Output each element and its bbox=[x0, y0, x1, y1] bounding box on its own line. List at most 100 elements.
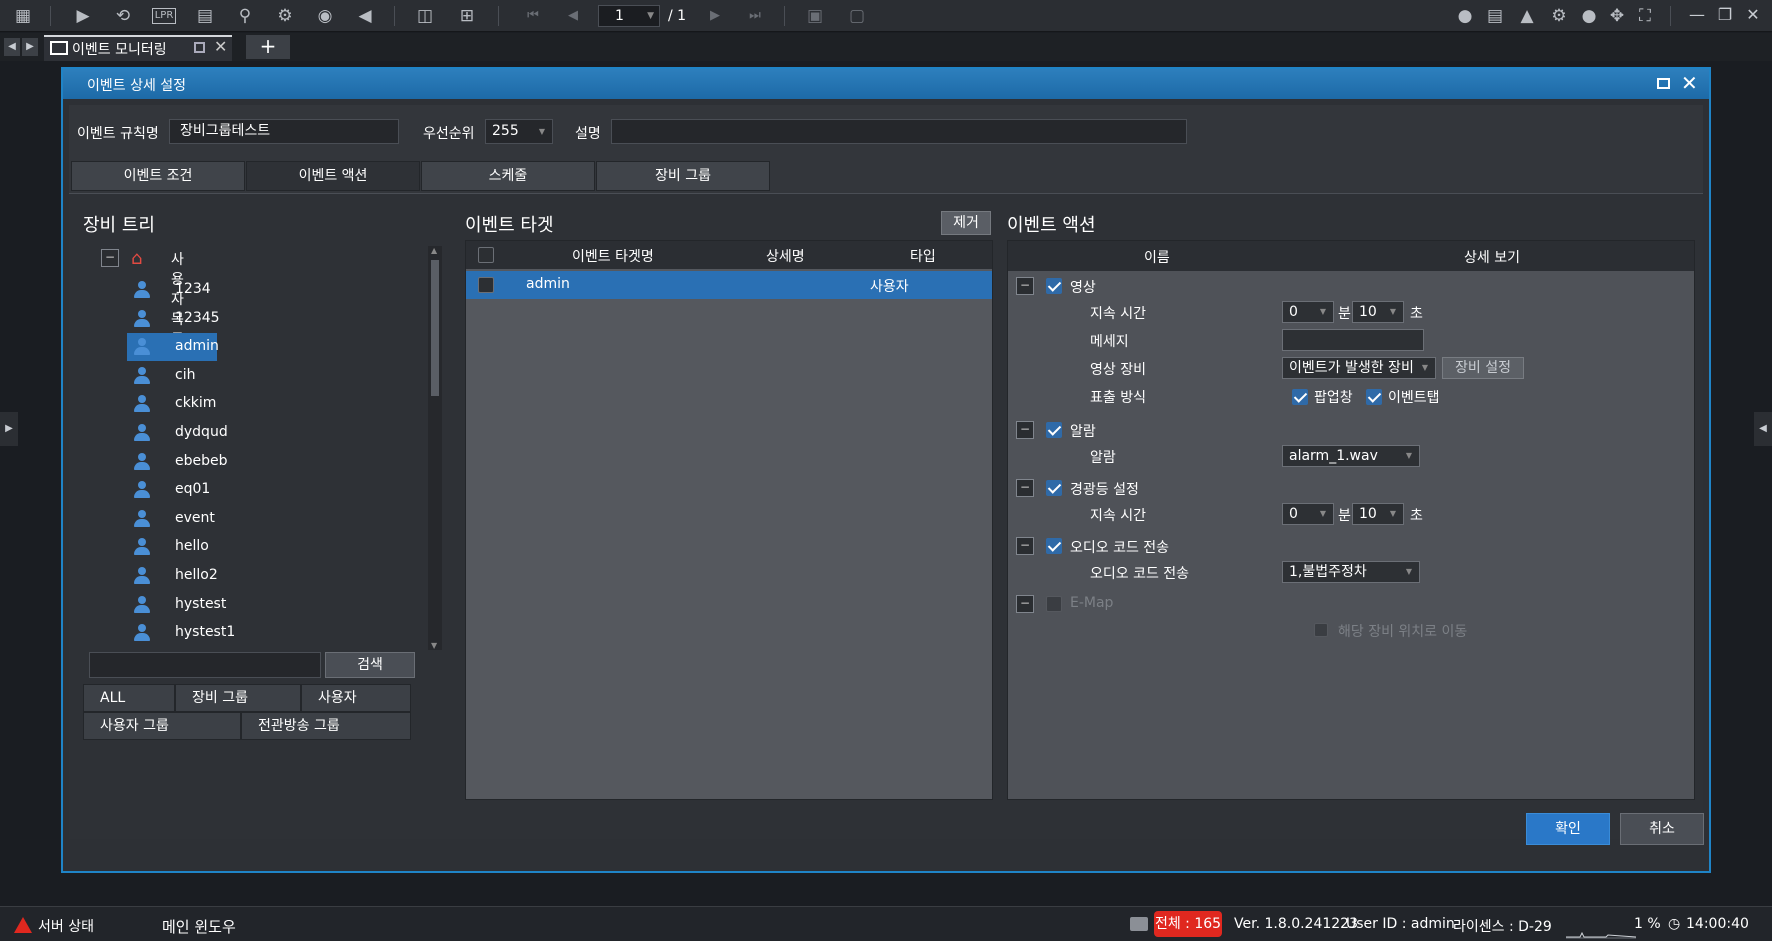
row-checkbox[interactable] bbox=[478, 277, 494, 293]
event-tab-checkbox[interactable] bbox=[1366, 389, 1382, 405]
filter-user-group-button[interactable]: 사용자 그룹 bbox=[83, 712, 241, 740]
tree-item-user[interactable]: hello2 bbox=[127, 562, 218, 590]
minimize-icon[interactable]: — bbox=[1686, 4, 1708, 26]
table-row[interactable]: admin 사용자 bbox=[466, 271, 992, 299]
collapse-icon[interactable]: − bbox=[1016, 537, 1034, 555]
remove-button[interactable]: 제거 bbox=[941, 211, 991, 235]
move-icon[interactable]: ✥ bbox=[1606, 5, 1628, 27]
tree-scrollbar[interactable]: ▲ ▼ bbox=[428, 246, 442, 650]
maximize-icon[interactable] bbox=[1657, 78, 1670, 89]
collapse-icon[interactable]: − bbox=[1016, 421, 1034, 439]
tree-item-user[interactable]: hystest1 bbox=[127, 619, 235, 647]
playback-search-icon[interactable]: ⟲ bbox=[112, 5, 134, 27]
split-view-icon[interactable]: ◫ bbox=[414, 5, 436, 27]
filter-device-group-button[interactable]: 장비 그룹 bbox=[175, 684, 301, 712]
tree-item-user[interactable]: cih bbox=[127, 362, 217, 390]
grid-icon[interactable]: ▦ bbox=[12, 5, 34, 27]
restore-icon[interactable]: ❐ bbox=[1714, 4, 1736, 26]
bike-icon[interactable]: ⚙ bbox=[274, 5, 296, 27]
map-pin-icon[interactable]: ◉ bbox=[314, 5, 336, 27]
message-input[interactable] bbox=[1282, 329, 1424, 351]
tree-item-user[interactable]: eq01 bbox=[127, 476, 217, 504]
record-icon[interactable]: ▣ bbox=[804, 5, 826, 27]
search-person-icon[interactable]: ⚲ bbox=[234, 5, 256, 27]
tab-schedule[interactable]: 스케줄 bbox=[421, 161, 595, 191]
server-status[interactable]: 서버 상태 bbox=[38, 916, 94, 936]
tree-item-user[interactable]: dydqud bbox=[127, 419, 228, 447]
event-target-title: 이벤트 타겟 bbox=[465, 215, 554, 236]
video-minutes-select[interactable]: 0 ▼ bbox=[1282, 301, 1334, 323]
add-screen-icon[interactable]: ⊞ bbox=[456, 5, 478, 27]
tab-event-condition[interactable]: 이벤트 조건 bbox=[71, 161, 245, 191]
popup-checkbox[interactable] bbox=[1292, 389, 1308, 405]
tree-item-user[interactable]: ebebeb bbox=[127, 448, 228, 476]
fullscreen-icon[interactable]: ⛶ bbox=[1634, 5, 1656, 27]
settings-icon[interactable]: ⚙ bbox=[1548, 5, 1570, 27]
warning-seconds-select[interactable]: 10 ▼ bbox=[1352, 503, 1404, 525]
emap-move-checkbox[interactable] bbox=[1314, 623, 1328, 637]
tree-item-user[interactable]: hello bbox=[127, 533, 217, 561]
cancel-button[interactable]: 취소 bbox=[1620, 813, 1704, 845]
user-icon[interactable]: ● bbox=[1578, 5, 1600, 27]
filter-all-button[interactable]: ALL bbox=[83, 684, 175, 712]
left-panel-toggle-icon[interactable]: ▶ bbox=[0, 412, 18, 446]
message-icon[interactable]: ▤ bbox=[1484, 5, 1506, 27]
audio-code-select[interactable]: 1,불법주정차 ▼ bbox=[1282, 561, 1420, 583]
pin-icon[interactable] bbox=[194, 42, 205, 53]
collapse-icon[interactable]: − bbox=[1016, 479, 1034, 497]
search-button[interactable]: 검색 bbox=[325, 652, 415, 678]
window-close-icon[interactable]: ✕ bbox=[1742, 4, 1764, 26]
prev-page-icon[interactable]: ◀ bbox=[562, 5, 584, 27]
scroll-thumb[interactable] bbox=[431, 260, 439, 396]
add-tab-button[interactable]: + bbox=[246, 35, 290, 59]
tree-item-user[interactable]: 1234 bbox=[127, 276, 217, 304]
filter-user-button[interactable]: 사용자 bbox=[301, 684, 411, 712]
video-seconds-select[interactable]: 10 ▼ bbox=[1352, 301, 1404, 323]
alarm-select[interactable]: alarm_1.wav ▼ bbox=[1282, 445, 1420, 467]
device-setting-button[interactable]: 장비 설정 bbox=[1442, 357, 1524, 379]
tree-item-user[interactable]: ckkim bbox=[127, 390, 217, 418]
audio-code-checkbox[interactable] bbox=[1046, 538, 1062, 554]
play-icon[interactable]: ▶ bbox=[72, 5, 94, 27]
description-input[interactable] bbox=[611, 119, 1187, 144]
select-all-checkbox[interactable] bbox=[478, 247, 494, 263]
tab-close-icon[interactable]: ✕ bbox=[214, 37, 227, 56]
tab-event-monitoring[interactable]: 이벤트 모니터링 ✕ bbox=[44, 35, 232, 61]
video-device-select[interactable]: 이벤트가 발생한 장비 ▼ bbox=[1282, 357, 1436, 379]
right-panel-toggle-icon[interactable]: ◀ bbox=[1754, 412, 1772, 446]
first-page-icon[interactable]: ⏮ bbox=[522, 5, 544, 27]
chat-icon[interactable]: ● bbox=[1454, 5, 1476, 27]
tab-event-action[interactable]: 이벤트 액션 bbox=[246, 161, 420, 191]
collapse-icon[interactable]: − bbox=[1016, 595, 1034, 613]
page-input[interactable]: 1 ▼ bbox=[598, 5, 660, 27]
tab-scroll-left-icon[interactable]: ◀ bbox=[4, 38, 20, 56]
warning-minutes-select[interactable]: 0 ▼ bbox=[1282, 503, 1334, 525]
warning-light-checkbox[interactable] bbox=[1046, 480, 1062, 496]
alarm-icon[interactable]: ▲ bbox=[1516, 5, 1538, 27]
emap-checkbox[interactable] bbox=[1046, 596, 1062, 612]
next-page-icon[interactable]: ▶ bbox=[704, 5, 726, 27]
tree-item-user[interactable]: 12345 bbox=[127, 305, 220, 333]
tree-item-user[interactable]: hystest bbox=[127, 591, 226, 619]
ok-button[interactable]: 확인 bbox=[1526, 813, 1610, 845]
scroll-up-icon[interactable]: ▲ bbox=[431, 246, 437, 255]
video-checkbox[interactable] bbox=[1046, 278, 1062, 294]
tab-scroll-right-icon[interactable]: ▶ bbox=[22, 38, 38, 56]
alarm-checkbox[interactable] bbox=[1046, 422, 1062, 438]
close-icon[interactable]: ✕ bbox=[1681, 72, 1698, 94]
priority-select[interactable]: 255 ▼ bbox=[485, 119, 553, 144]
snapshot-icon[interactable]: ▢ bbox=[846, 5, 868, 27]
tab-device-group[interactable]: 장비 그룹 bbox=[596, 161, 770, 191]
collapse-icon[interactable]: − bbox=[101, 249, 119, 267]
rule-name-input[interactable]: 장비그룹테스트 bbox=[169, 119, 399, 144]
lpr-icon[interactable]: LPR bbox=[152, 8, 176, 24]
scroll-down-icon[interactable]: ▼ bbox=[431, 641, 437, 650]
layout-icon[interactable]: ▤ bbox=[194, 5, 216, 27]
collapse-icon[interactable]: − bbox=[1016, 277, 1034, 295]
filter-broadcast-group-button[interactable]: 전관방송 그룹 bbox=[241, 712, 411, 740]
last-page-icon[interactable]: ⏭ bbox=[744, 5, 766, 27]
device-search-input[interactable] bbox=[89, 652, 321, 678]
speaker-icon[interactable]: ◀ bbox=[354, 5, 376, 27]
tree-item-user[interactable]: event bbox=[127, 505, 217, 533]
tree-item-user[interactable]: admin bbox=[127, 333, 219, 362]
